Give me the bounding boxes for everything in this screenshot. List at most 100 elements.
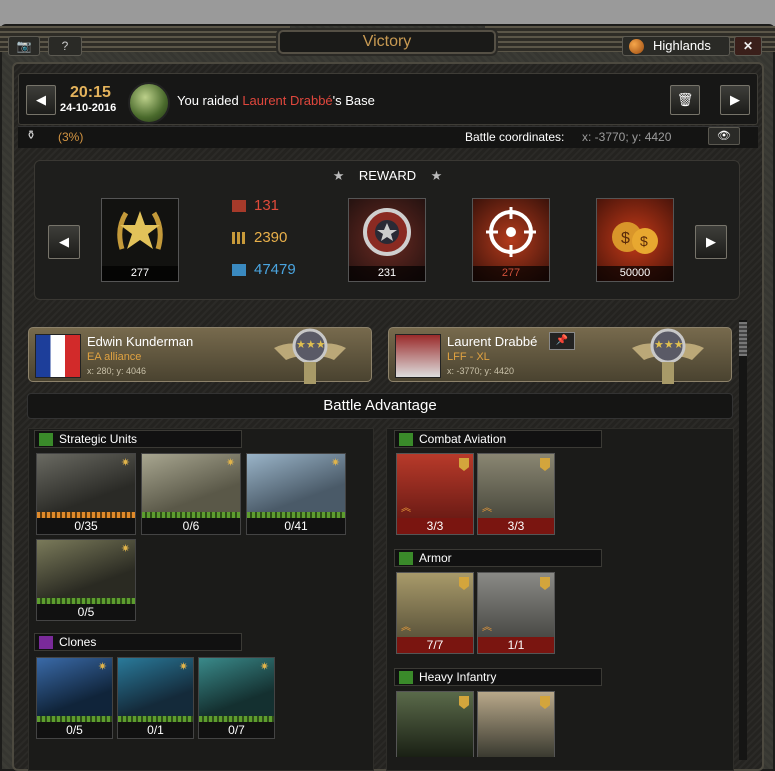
rank-chevron-icon: ︽ <box>401 503 411 514</box>
title-wing-left <box>0 26 290 52</box>
gear-icon: ✷ <box>120 543 131 555</box>
section-title: Armor <box>419 551 452 565</box>
reward-card[interactable]: 231 <box>348 198 426 282</box>
unit-card[interactable]: ✷ 0/7 <box>198 657 275 739</box>
section-title: Heavy Infantry <box>419 670 497 684</box>
close-button[interactable]: ✕ <box>734 36 762 56</box>
raid-target-name[interactable]: Laurent Drabbé <box>242 93 332 108</box>
next-battle-button[interactable]: ▶ <box>720 85 750 115</box>
combat-aviation-icon <box>399 433 413 446</box>
shield-icon <box>459 458 469 471</box>
unit-card[interactable]: ✷ 0/6 <box>141 453 241 535</box>
defender-alliance: LFF - XL <box>447 351 490 363</box>
strategic-units-icon <box>39 433 53 446</box>
unit-card[interactable] <box>396 691 474 757</box>
gear-icon: ✷ <box>97 661 108 673</box>
unit-card[interactable]: ︽ 7/7 <box>396 572 474 654</box>
raid-message: You raided Laurent Drabbé's Base <box>177 93 375 108</box>
help-button[interactable]: ? <box>48 36 82 56</box>
rank-chevron-icon: ︽ <box>482 503 492 514</box>
unit-card[interactable]: ✷ 0/41 <box>246 453 346 535</box>
fuel-icon <box>232 200 246 213</box>
ammo-icon <box>232 232 246 245</box>
reward-value: 50000 <box>597 266 673 281</box>
target-icon <box>486 207 536 257</box>
reward-card[interactable]: 277 <box>101 198 179 282</box>
trash-icon: 🗑 <box>676 92 694 107</box>
eye-icon: 👁 <box>717 130 731 142</box>
ammo-resource: 2390 <box>232 229 287 246</box>
reward-title: ★ REWARD ★ <box>300 168 475 184</box>
section-title: Combat Aviation <box>419 432 507 446</box>
unit-count: 3/3 <box>397 518 473 534</box>
unit-card[interactable]: ✷ 0/1 <box>117 657 194 739</box>
rank-chevron-icon: ︽ <box>482 622 492 633</box>
metal-resource: 47479 <box>232 261 296 278</box>
section-strategic-units: Strategic Units <box>34 430 242 448</box>
svg-text:★★★: ★★★ <box>654 339 684 351</box>
medal-star-icon <box>117 211 163 250</box>
attacker-name: Edwin Kunderman <box>87 334 194 349</box>
player-avatar <box>128 82 170 124</box>
gear-icon: ✷ <box>120 457 131 469</box>
reward-title-text: REWARD <box>358 168 417 183</box>
rank-badge-icon <box>363 208 411 256</box>
scrollbar-track[interactable] <box>739 320 747 760</box>
battle-time: 20:15 <box>70 84 111 101</box>
unit-card[interactable] <box>477 691 555 757</box>
metal-icon <box>232 264 246 277</box>
money-bags-icon: $ $ <box>612 222 658 254</box>
section-title: Strategic Units <box>59 432 138 446</box>
region-label: Highlands <box>653 38 711 53</box>
armor-icon <box>399 552 413 565</box>
unit-card[interactable]: ︽ 3/3 <box>396 453 474 535</box>
unit-count: 0/1 <box>118 722 193 738</box>
unit-card[interactable]: ✷ 0/5 <box>36 539 136 621</box>
star-icon: ★ <box>430 168 443 183</box>
rank-emblem-icon: ★★★ <box>274 328 346 384</box>
unit-count: 3/3 <box>478 518 554 534</box>
region-button[interactable]: Highlands <box>622 36 730 56</box>
shield-icon <box>459 577 469 590</box>
unit-count: 0/5 <box>37 604 135 620</box>
view-coords-button[interactable]: 👁 <box>708 127 740 145</box>
shield-icon <box>540 458 550 471</box>
reward-value: 277 <box>102 266 178 281</box>
section-armor: Armor <box>394 549 602 567</box>
fuel-value: 131 <box>254 197 280 214</box>
rank-emblem-icon: ★★★ <box>632 328 704 384</box>
ammo-value: 2390 <box>254 229 288 246</box>
delete-button[interactable]: 🗑 <box>670 85 700 115</box>
attacker-alliance: EA alliance <box>87 351 142 363</box>
globe-icon <box>629 39 644 54</box>
unit-count: 7/7 <box>397 637 473 653</box>
svg-text:★★★: ★★★ <box>296 339 326 351</box>
reward-card[interactable]: 277 <box>472 198 550 282</box>
reward-next-button[interactable]: ▶ <box>695 225 727 259</box>
section-combat-aviation: Combat Aviation <box>394 430 602 448</box>
unit-card[interactable]: ︽ 1/1 <box>477 572 555 654</box>
reward-value: 231 <box>349 266 425 281</box>
gear-icon: ✷ <box>259 661 270 673</box>
unit-card[interactable]: ✷ 0/5 <box>36 657 113 739</box>
unit-count: 0/6 <box>142 518 240 534</box>
france-flag-icon <box>35 334 81 378</box>
star-icon: ★ <box>332 168 345 183</box>
loot-percent: (3%) <box>58 130 84 144</box>
gear-icon: ✷ <box>178 661 189 673</box>
unit-count: 0/5 <box>37 722 112 738</box>
scrollbar-thumb[interactable] <box>739 322 747 356</box>
prev-battle-button[interactable]: ◀ <box>26 85 56 115</box>
skull-icon <box>399 671 413 684</box>
svg-text:$: $ <box>621 230 630 247</box>
pin-button[interactable]: 📌 <box>549 332 575 350</box>
gear-icon: ✷ <box>330 457 341 469</box>
unit-card[interactable]: ︽ 3/3 <box>477 453 555 535</box>
reward-card[interactable]: $ $ 50000 <box>596 198 674 282</box>
unit-card[interactable]: ✷ 0/35 <box>36 453 136 535</box>
defender-coords: x: -3770; y: 4420 <box>447 366 515 376</box>
camera-button[interactable]: 📷 <box>8 36 40 56</box>
raid-prefix: You raided <box>177 93 243 108</box>
battle-advantage-header: Battle Advantage <box>27 393 733 419</box>
reward-prev-button[interactable]: ◀ <box>48 225 80 259</box>
